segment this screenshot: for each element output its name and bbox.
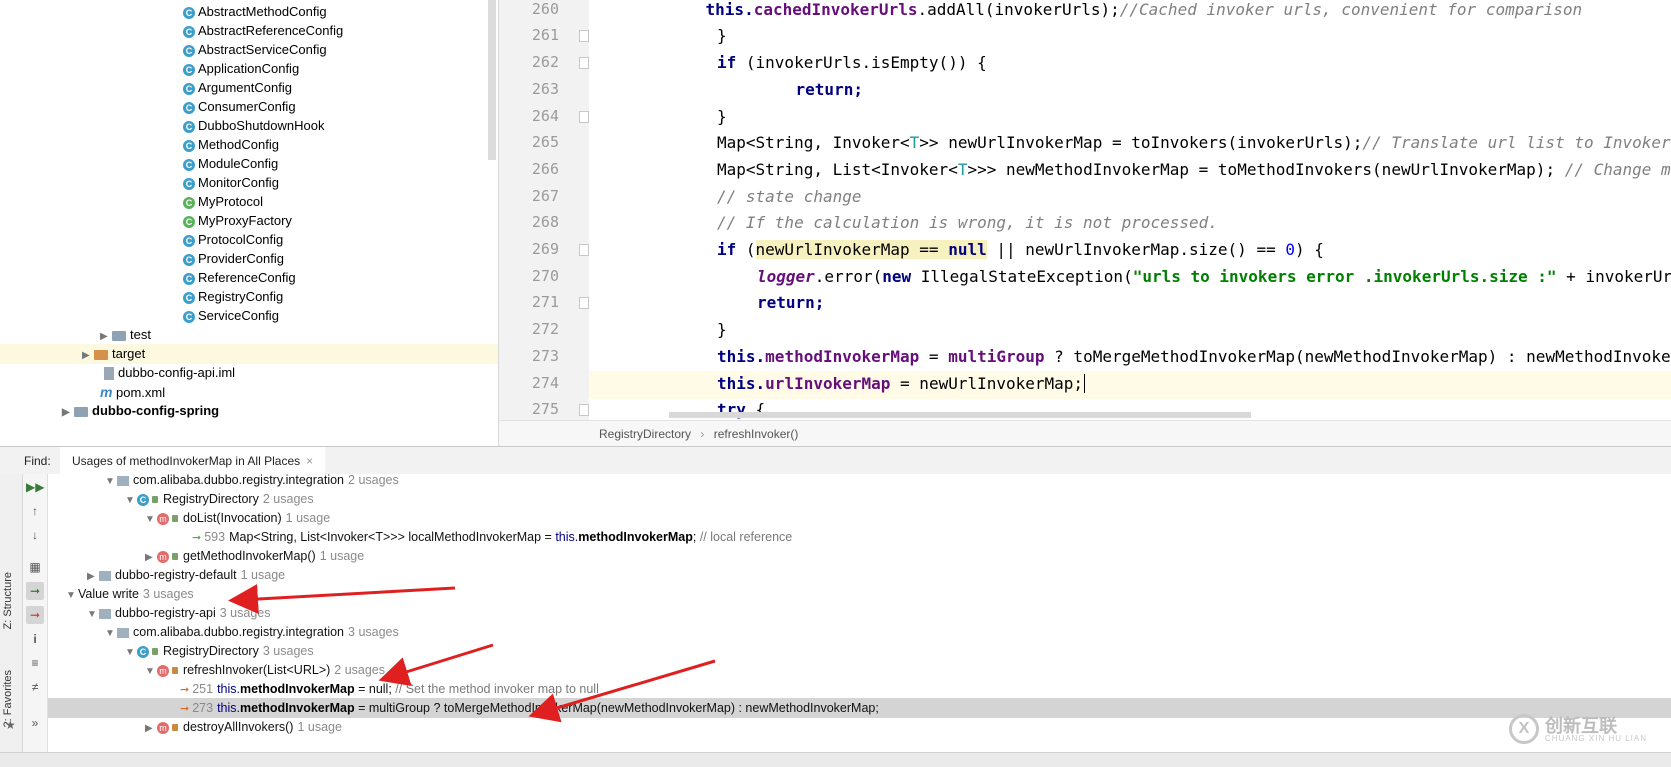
annotation-arrow (228, 584, 456, 614)
annotation-arrow (528, 659, 716, 723)
watermark: X 创新互联 CHUANG XIN HU LIAN (1509, 712, 1659, 748)
annotation-arrow (378, 643, 494, 686)
annotation-arrows (228, 584, 716, 723)
watermark-subtext: CHUANG XIN HU LIAN (1545, 734, 1648, 743)
watermark-logo: X (1509, 714, 1539, 744)
